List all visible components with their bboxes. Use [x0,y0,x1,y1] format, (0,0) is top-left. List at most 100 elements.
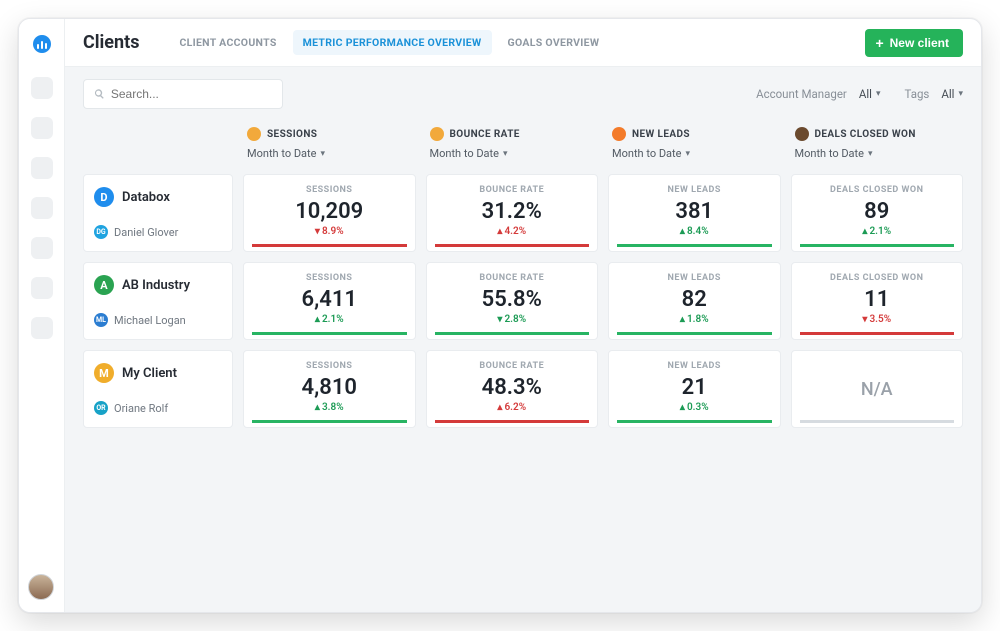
chevron-down-icon: ▾ [320,149,325,159]
sidebar [19,19,65,612]
arrow-up-icon: ▴ [680,226,685,237]
metric-label: BOUNCE RATE [479,185,544,195]
period-selector[interactable]: Month to Date ▾ [247,147,412,160]
metric-label: SESSIONS [306,361,352,371]
tab-goals-overview[interactable]: GOALS OVERVIEW [498,30,610,55]
metric-card[interactable]: SESSIONS 4,810 ▴ 3.8% [243,350,416,428]
metric-label: BOUNCE RATE [479,273,544,283]
metric-value: 89 [864,199,889,224]
metric-label: SESSIONS [306,273,352,283]
metric-value: 21 [682,375,707,400]
chevron-down-icon: ▾ [876,89,881,99]
column-label: DEALS CLOSED WON [815,129,916,140]
metric-value: 4,810 [302,375,357,400]
metric-value: 82 [682,287,707,312]
metrics-grid: SESSIONS Month to Date ▾ BOUNCE RATE Mon… [83,127,963,428]
arrow-down-icon: ▾ [862,314,867,325]
arrow-up-icon: ▴ [315,402,320,413]
sidebar-nav-item[interactable] [31,157,53,179]
search-icon [94,88,105,100]
new-client-label: New client [890,36,949,50]
chevron-down-icon: ▾ [685,149,690,159]
sidebar-nav-item[interactable] [31,197,53,219]
app-logo[interactable] [30,29,54,53]
metric-card[interactable]: DEALS CLOSED WON 89 ▴ 2.1% [791,174,964,252]
metric-value: 55.8% [482,287,542,312]
arrow-up-icon: ▴ [862,226,867,237]
metric-bar [252,244,407,247]
column-label: BOUNCE RATE [450,129,520,140]
search-input[interactable] [111,87,272,101]
filter-row: Account Manager All ▾ Tags All ▾ [83,79,963,109]
metric-card[interactable]: NEW LEADS 82 ▴ 1.8% [608,262,781,340]
arrow-down-icon: ▾ [497,314,502,325]
metric-label: SESSIONS [306,185,352,195]
metric-bar [435,332,590,335]
metric-source-icon [795,127,809,141]
arrow-up-icon: ▴ [680,402,685,413]
metric-card[interactable]: N/A [791,350,964,428]
column-header-bounce-rate: BOUNCE RATE Month to Date ▾ [426,127,599,164]
metric-value: 6,411 [302,287,357,312]
metric-card[interactable]: SESSIONS 10,209 ▾ 8.9% [243,174,416,252]
topbar: Clients CLIENT ACCOUNTSMETRIC PERFORMANC… [65,19,981,67]
manager-name: Oriane Rolf [114,402,168,415]
period-selector[interactable]: Month to Date ▾ [430,147,595,160]
sidebar-nav-item[interactable] [31,237,53,259]
metric-delta: ▴ 2.1% [315,314,344,325]
client-name: My Client [122,366,177,381]
tab-client-accounts[interactable]: CLIENT ACCOUNTS [169,30,286,55]
client-cell[interactable]: M My Client OR Oriane Rolf [83,350,233,428]
metric-delta: ▴ 1.8% [680,314,709,325]
metric-value: 381 [675,199,713,224]
client-badge: A [94,275,114,295]
sidebar-nav-item[interactable] [31,317,53,339]
metric-delta: ▴ 0.3% [680,402,709,413]
metric-bar [617,332,772,335]
metric-delta: ▴ 3.8% [315,402,344,413]
new-client-button[interactable]: + New client [865,29,963,57]
metric-card[interactable]: BOUNCE RATE 48.3% ▴ 6.2% [426,350,599,428]
client-name: AB Industry [122,278,190,293]
metric-card[interactable]: BOUNCE RATE 55.8% ▾ 2.8% [426,262,599,340]
sidebar-nav-item[interactable] [31,117,53,139]
chevron-down-icon: ▾ [958,89,963,99]
metric-delta: ▾ 2.8% [497,314,526,325]
manager-name: Michael Logan [114,314,186,327]
client-badge: D [94,187,114,207]
metric-card[interactable]: NEW LEADS 21 ▴ 0.3% [608,350,781,428]
search-box[interactable] [83,79,283,109]
top-tabs: CLIENT ACCOUNTS METRIC PERFORMANCE OVERVI… [169,30,609,55]
user-avatar[interactable] [28,574,54,600]
metric-source-icon [247,127,261,141]
metric-label: DEALS CLOSED WON [830,185,923,195]
metric-label: NEW LEADS [668,185,721,195]
client-cell[interactable]: D Databox DG Daniel Glover [83,174,233,252]
metric-delta: ▾ 8.9% [315,226,344,237]
metric-card[interactable]: NEW LEADS 381 ▴ 8.4% [608,174,781,252]
arrow-up-icon: ▴ [680,314,685,325]
metric-card[interactable]: SESSIONS 6,411 ▴ 2.1% [243,262,416,340]
tags-filter[interactable]: All ▾ [941,87,963,101]
metric-card[interactable]: BOUNCE RATE 31.2% ▴ 4.2% [426,174,599,252]
period-selector[interactable]: Month to Date ▾ [612,147,777,160]
metric-bar [800,332,955,335]
metric-delta: ▴ 2.1% [862,226,891,237]
metric-bar [617,244,772,247]
arrow-up-icon: ▴ [497,226,502,237]
sidebar-nav-item[interactable] [31,77,53,99]
column-header-new-leads: NEW LEADS Month to Date ▾ [608,127,781,164]
tab-metric-performance-overview[interactable]: METRIC PERFORMANCE OVERVIEW [293,30,492,55]
sidebar-nav-item[interactable] [31,277,53,299]
metric-delta: ▾ 3.5% [862,314,891,325]
client-cell[interactable]: A AB Industry ML Michael Logan [83,262,233,340]
manager-badge: ML [94,313,108,327]
period-selector[interactable]: Month to Date ▾ [795,147,960,160]
manager-badge: DG [94,225,108,239]
account-manager-filter-label: Account Manager [756,87,847,101]
metric-card[interactable]: DEALS CLOSED WON 11 ▾ 3.5% [791,262,964,340]
manager-name: Daniel Glover [114,226,178,239]
metric-bar [800,244,955,247]
client-name: Databox [122,190,170,205]
account-manager-filter[interactable]: All ▾ [859,87,881,101]
